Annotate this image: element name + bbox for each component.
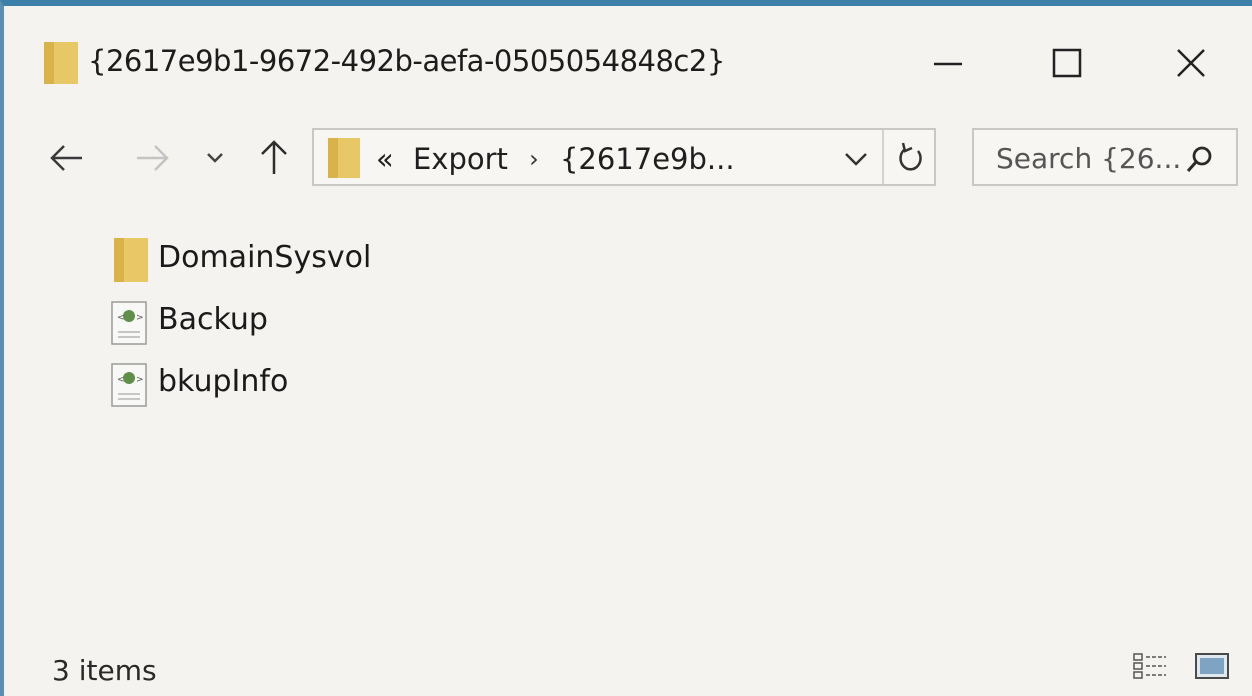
file-name: Backup — [158, 302, 268, 337]
search-icon[interactable] — [1182, 142, 1216, 176]
chevron-down-icon — [845, 153, 867, 166]
forward-arrow-icon — [137, 145, 169, 171]
breadcrumb: « Export › {2617e9b... — [376, 140, 735, 176]
address-bar[interactable]: « Export › {2617e9b... — [312, 128, 936, 186]
refresh-button[interactable] — [890, 138, 930, 178]
folder-icon — [44, 42, 78, 84]
breadcrumb-separator[interactable]: › — [529, 145, 539, 173]
list-item[interactable]: < > Backup — [104, 290, 704, 352]
up-arrow-icon — [261, 140, 287, 174]
details-view-button[interactable] — [1130, 646, 1170, 686]
close-button[interactable] — [1156, 34, 1226, 90]
maximize-button[interactable] — [1034, 34, 1104, 90]
breadcrumb-current-folder[interactable]: {2617e9b... — [560, 142, 735, 176]
refresh-icon — [899, 142, 922, 171]
recent-locations-chevron-icon — [207, 153, 223, 163]
file-name: DomainSysvol — [158, 240, 372, 275]
search-input[interactable]: Search {26... — [996, 142, 1181, 175]
folder-icon — [114, 238, 148, 282]
list-item[interactable]: DomainSysvol — [104, 228, 704, 290]
folder-icon — [328, 138, 360, 178]
svg-text:>: > — [136, 375, 144, 385]
address-bar-divider — [882, 130, 884, 184]
file-explorer-window: {2617e9b1-9672-492b-aefa-0505054848c2} «… — [0, 0, 1252, 696]
recent-locations-button[interactable] — [200, 134, 230, 182]
minimize-icon — [934, 62, 962, 66]
status-item-count: 3 items — [52, 654, 157, 687]
file-list: DomainSysvol < > Backup < > bkupInfo — [104, 228, 704, 414]
search-box[interactable]: Search {26... — [972, 128, 1238, 186]
large-icons-view-icon — [1195, 653, 1229, 679]
up-button[interactable] — [252, 134, 296, 182]
window-title: {2617e9b1-9672-492b-aefa-0505054848c2} — [88, 44, 725, 78]
list-item[interactable]: < > bkupInfo — [104, 352, 704, 414]
back-arrow-icon — [50, 145, 82, 171]
xml-document-icon: < > — [111, 363, 147, 407]
large-icons-view-button[interactable] — [1192, 646, 1232, 686]
back-button[interactable] — [44, 134, 88, 182]
address-history-dropdown[interactable] — [836, 142, 876, 176]
breadcrumb-overflow[interactable]: « — [376, 142, 394, 176]
svg-text:>: > — [136, 313, 144, 323]
breadcrumb-export[interactable]: Export — [413, 142, 508, 176]
file-name: bkupInfo — [158, 364, 289, 399]
close-icon — [1177, 49, 1205, 77]
title-bar[interactable]: {2617e9b1-9672-492b-aefa-0505054848c2} — [4, 6, 1252, 106]
forward-button[interactable] — [131, 134, 175, 182]
xml-document-icon: < > — [111, 301, 147, 345]
svg-text:<: < — [117, 375, 125, 385]
svg-text:<: < — [117, 313, 125, 323]
maximize-icon — [1052, 48, 1082, 78]
minimize-button[interactable] — [914, 34, 984, 90]
details-view-icon — [1133, 653, 1166, 679]
